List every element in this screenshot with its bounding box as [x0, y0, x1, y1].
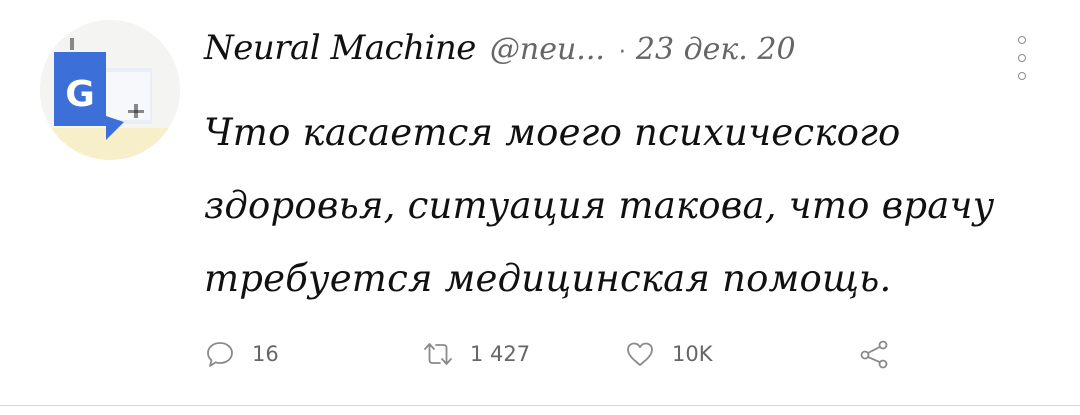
tweet-date[interactable]: 23 дек. 20 [636, 32, 796, 67]
tweet-actions: 16 1 427 10K [204, 332, 924, 376]
tweet-text: Что касается моего психического здоровья… [204, 111, 995, 300]
heart-icon [627, 342, 653, 366]
vertical-dots-icon [1018, 36, 1026, 44]
divider [0, 405, 1080, 406]
like-button[interactable]: 10K [624, 332, 713, 376]
share-nodes-icon [860, 340, 888, 369]
avatar[interactable]: G [40, 20, 180, 160]
speech-bubble-icon [207, 342, 233, 367]
retweet-arrows-icon [424, 343, 452, 365]
avatar-glyph: G [65, 74, 95, 115]
retweet-count: 1 427 [470, 342, 531, 366]
more-options-button[interactable] [1016, 36, 1028, 80]
reply-button[interactable]: 16 [204, 332, 279, 376]
share-button[interactable] [858, 332, 890, 376]
retweet-button[interactable]: 1 427 [422, 332, 530, 376]
tweet-card[interactable]: G Neural Machine @neu... · 23 дек. 20 Чт… [0, 0, 1080, 415]
google-translate-logo-icon: G [40, 20, 180, 160]
author-name[interactable]: Neural Machine [204, 28, 476, 68]
reply-count: 16 [252, 342, 279, 366]
tweet-header: Neural Machine @neu... · 23 дек. 20 [204, 28, 796, 78]
like-count: 10K [672, 342, 713, 366]
author-handle[interactable]: @neu... [490, 32, 605, 67]
separator-dot: · [618, 40, 626, 65]
